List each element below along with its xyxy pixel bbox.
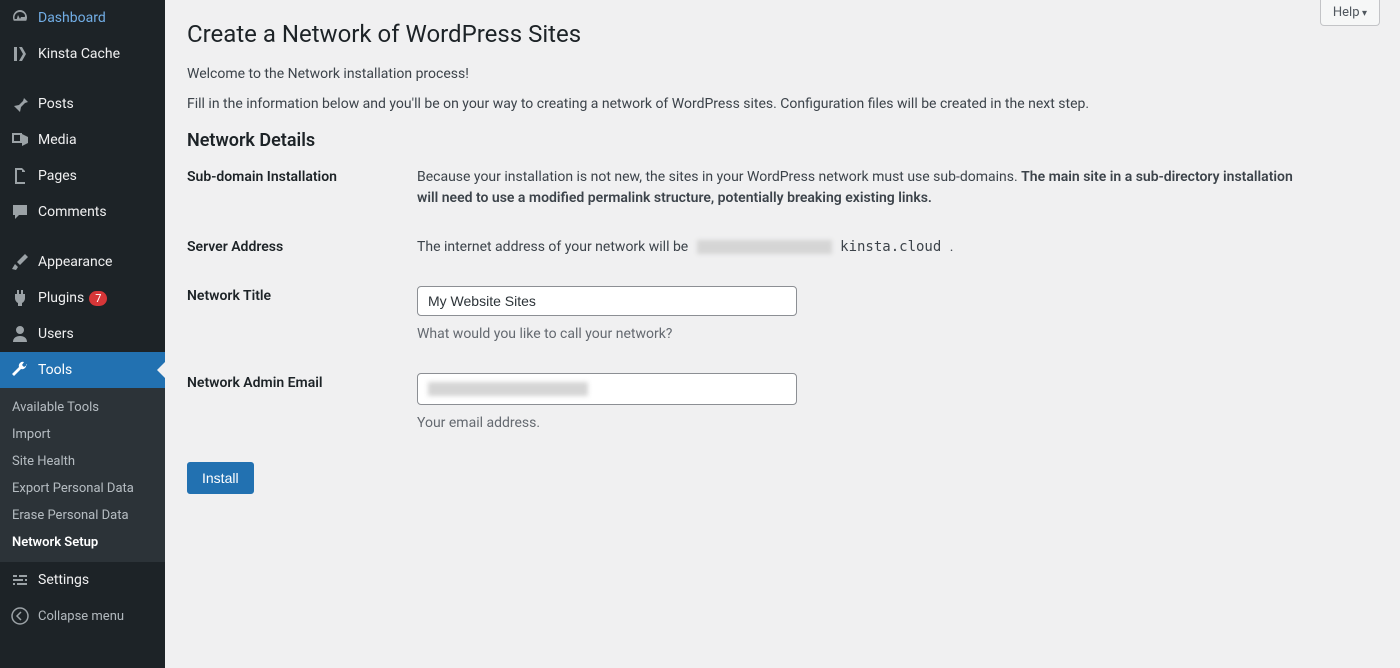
install-button[interactable]: Install xyxy=(187,462,254,494)
server-address-value: kinsta.cloud xyxy=(692,237,947,257)
submenu-export-personal-data[interactable]: Export Personal Data xyxy=(0,475,165,502)
sidebar-item-kinsta-cache[interactable]: Kinsta Cache xyxy=(0,36,165,72)
sidebar-item-appearance[interactable]: Appearance xyxy=(0,244,165,280)
instructions-text: Fill in the information below and you'll… xyxy=(187,96,1378,112)
page-icon xyxy=(10,166,30,186)
submenu-available-tools[interactable]: Available Tools xyxy=(0,394,165,421)
collapse-icon xyxy=(10,606,30,626)
tools-submenu: Available Tools Import Site Health Expor… xyxy=(0,388,165,562)
server-address-description: The internet address of your network wil… xyxy=(417,237,1317,258)
collapse-label: Collapse menu xyxy=(38,609,124,624)
sidebar-label: Tools xyxy=(38,362,72,378)
sidebar-label: Media xyxy=(38,132,77,148)
sidebar-item-media[interactable]: Media xyxy=(0,122,165,158)
sidebar-label: Dashboard xyxy=(38,10,106,26)
admin-email-input[interactable] xyxy=(417,373,797,405)
sidebar-item-settings[interactable]: Settings xyxy=(0,562,165,598)
submenu-erase-personal-data[interactable]: Erase Personal Data xyxy=(0,502,165,529)
network-title-help: What would you like to call your network… xyxy=(417,324,1317,345)
row-admin-email: Network Admin Email Your email address. xyxy=(187,373,1378,434)
submenu-site-health[interactable]: Site Health xyxy=(0,448,165,475)
sidebar-label: Settings xyxy=(38,572,89,588)
subdomain-description: Because your installation is not new, th… xyxy=(417,167,1317,209)
plug-icon xyxy=(10,288,30,308)
user-icon xyxy=(10,324,30,344)
network-title-input[interactable] xyxy=(417,286,797,316)
page-title: Create a Network of WordPress Sites xyxy=(187,20,1378,48)
submenu-import[interactable]: Import xyxy=(0,421,165,448)
sidebar-item-posts[interactable]: Posts xyxy=(0,86,165,122)
label-network-title: Network Title xyxy=(187,286,417,345)
dashboard-icon xyxy=(10,8,30,28)
row-network-title: Network Title What would you like to cal… xyxy=(187,286,1378,345)
sidebar-item-users[interactable]: Users xyxy=(0,316,165,352)
submenu-network-setup[interactable]: Network Setup xyxy=(0,529,165,556)
help-tab[interactable]: Help xyxy=(1320,0,1380,26)
sidebar-label: Kinsta Cache xyxy=(38,46,120,62)
admin-email-help: Your email address. xyxy=(417,413,1317,434)
comment-icon xyxy=(10,202,30,222)
row-subdomain: Sub-domain Installation Because your ins… xyxy=(187,167,1378,209)
admin-sidebar: Dashboard Kinsta Cache Posts Media Pages… xyxy=(0,0,165,668)
label-subdomain: Sub-domain Installation xyxy=(187,167,417,209)
sidebar-label: Comments xyxy=(38,204,107,220)
brush-icon xyxy=(10,252,30,272)
sidebar-label: Pages xyxy=(38,168,77,184)
row-server-address: Server Address The internet address of y… xyxy=(187,237,1378,258)
sidebar-label: Appearance xyxy=(38,254,112,270)
sidebar-item-tools[interactable]: Tools xyxy=(0,352,165,388)
plugins-update-badge: 7 xyxy=(89,291,107,306)
sidebar-item-pages[interactable]: Pages xyxy=(0,158,165,194)
kinsta-icon xyxy=(10,44,30,64)
sidebar-item-plugins[interactable]: Plugins 7 xyxy=(0,280,165,316)
sidebar-label: Plugins xyxy=(38,290,84,306)
admin-email-blurred xyxy=(428,382,588,396)
label-server-address: Server Address xyxy=(187,237,417,258)
collapse-menu[interactable]: Collapse menu xyxy=(0,598,165,634)
sidebar-item-comments[interactable]: Comments xyxy=(0,194,165,230)
sliders-icon xyxy=(10,570,30,590)
sidebar-label: Users xyxy=(38,326,74,342)
media-icon xyxy=(10,130,30,150)
label-admin-email: Network Admin Email xyxy=(187,373,417,434)
intro-text: Welcome to the Network installation proc… xyxy=(187,66,1378,112)
server-address-blurred xyxy=(697,240,832,254)
main-content: Help Create a Network of WordPress Sites… xyxy=(165,0,1400,668)
sidebar-label: Posts xyxy=(38,96,74,112)
section-heading: Network Details xyxy=(187,130,1378,151)
sidebar-item-dashboard[interactable]: Dashboard xyxy=(0,0,165,36)
pin-icon xyxy=(10,94,30,114)
welcome-text: Welcome to the Network installation proc… xyxy=(187,66,1378,82)
wrench-icon xyxy=(10,360,30,380)
